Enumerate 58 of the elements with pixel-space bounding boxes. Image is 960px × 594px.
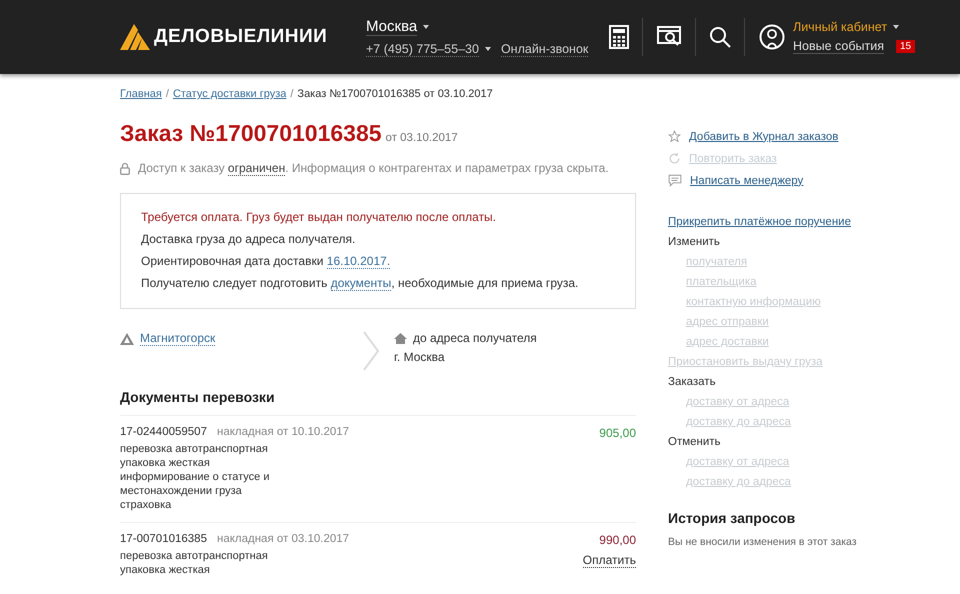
restricted-link[interactable]: ограничен [228, 161, 286, 176]
house-icon [394, 332, 407, 344]
caret-icon [893, 25, 900, 29]
service-item: страховка [120, 498, 172, 512]
order-date: от 03.10.2017 [386, 132, 458, 144]
caret-icon [423, 24, 430, 28]
destination-city: г. Москва [394, 350, 446, 364]
caret-icon [484, 47, 491, 51]
user-icon[interactable] [759, 24, 785, 50]
star-icon [668, 130, 681, 143]
sidebar-action-link[interactable]: Написать менеджеру [668, 174, 928, 187]
pay-button[interactable]: Оплатить [582, 553, 636, 568]
delivery-date-link[interactable]: 16.10.2017. [326, 254, 390, 269]
delivery-text: Доставка груза до адреса получателя. [141, 232, 356, 246]
document-number: 17-02440059507 [120, 426, 207, 438]
refresh-icon [668, 152, 681, 165]
history-text: Вы не вносили изменения в этот заказ [668, 536, 858, 548]
sidebar-group-label: Изменить [668, 236, 721, 248]
callback-link[interactable]: Онлайн-звонок [500, 42, 588, 56]
account-link[interactable]: Личный кабинет [793, 20, 888, 34]
logo-text: ДЕЛОВЫЕЛИНИИ [154, 26, 328, 48]
breadcrumb-separator: / [290, 88, 294, 100]
sidebar-group-label: Отменить [668, 436, 722, 448]
payment-warning: Требуется оплата. Груз будет выдан получателю после оплаты. [141, 210, 498, 224]
service-item: перевозка автотранспортная [120, 549, 269, 563]
lock-icon [120, 162, 130, 174]
breadcrumb-current: Заказ №1700701016385 от 03.10.2017 [297, 88, 493, 100]
phone-selector[interactable]: +7 (495) 775–55–30 [366, 42, 479, 56]
document-amount: 990,00 [599, 533, 636, 547]
sidebar-group-label: Заказать [668, 376, 717, 388]
events-count: 15 [896, 40, 916, 53]
service-item: упаковка жесткая [120, 563, 211, 577]
documents-link[interactable]: документы [330, 276, 392, 291]
order-title: Заказ №1700701016385 [120, 120, 382, 147]
document-amount: 905,00 [599, 426, 636, 440]
chevron-icon [362, 331, 380, 371]
city-selector[interactable]: Москва [366, 18, 418, 36]
service-item: упаковка жесткая [120, 456, 211, 470]
sidebar-action-link[interactable]: Добавить в Журнал заказов [668, 130, 928, 143]
breadcrumb-link[interactable]: Статус доставки груза [172, 88, 286, 100]
history-heading: История запросов [668, 510, 796, 526]
terminal-icon [120, 332, 134, 344]
sidebar-link[interactable]: Прикрепить платёжное поручение [668, 216, 851, 228]
delivery-date-text: Ориентировочная дата доставки 16.10.2017. [141, 254, 392, 268]
logo-icon [120, 24, 150, 50]
breadcrumb-link[interactable]: Главная [120, 88, 162, 100]
access-note: Доступ к заказу ограничен. Информация о контрагентах и параметрах груза скрыта. [138, 161, 609, 175]
events-link[interactable]: Новые события [793, 39, 884, 54]
service-item: перевозка автотранспортная [120, 442, 269, 456]
document-number: 17-00701016385 [120, 533, 207, 545]
breadcrumb-separator: / [166, 88, 169, 100]
document-type: накладная от 03.10.2017 [216, 533, 350, 545]
destination-label: до адреса получателя [413, 331, 537, 345]
documents-heading: Документы перевозки [120, 389, 276, 405]
origin-city-link[interactable]: Магнитогорск [140, 331, 216, 346]
documents-note: Получателю следует подготовить документы, необходимые для приема груза. [141, 276, 580, 290]
message-icon [668, 174, 682, 187]
document-type: накладная от 10.10.2017 [216, 426, 350, 438]
